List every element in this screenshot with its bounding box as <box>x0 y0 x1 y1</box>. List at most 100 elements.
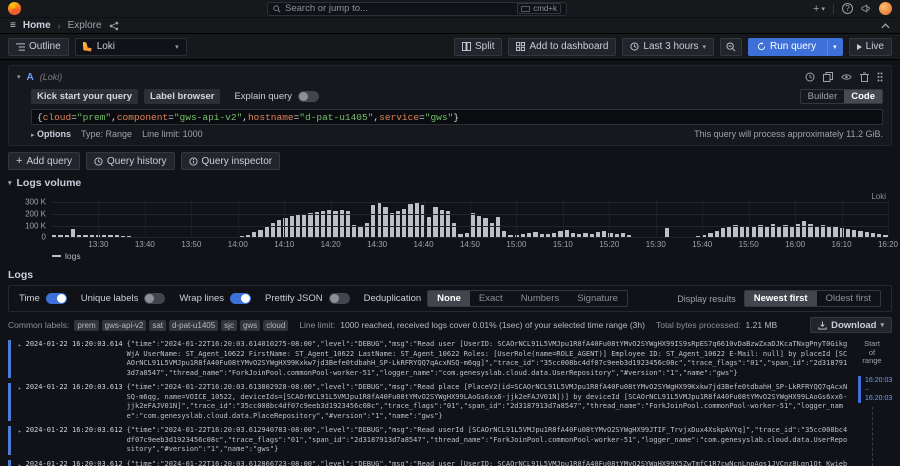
common-labels-label: Common labels: <box>8 320 69 330</box>
log-row[interactable]: ▸2024-01-22 16:20:03.612{"time":"2024-01… <box>8 424 848 457</box>
search-input[interactable]: Search or jump to... cmd+k <box>267 2 567 16</box>
share-icon[interactable] <box>109 21 119 31</box>
query-actions-row: +Add query Query history Query inspector <box>8 152 892 170</box>
query-history-button[interactable]: Query history <box>86 152 174 170</box>
x-axis-label: 13:50 <box>181 240 201 249</box>
log-timestamp: 2024-01-22 16:20:03.613 <box>26 383 123 421</box>
logs-volume-chart[interactable]: Loki 0100 K200 K300 K 13:3013:4013:5014:… <box>8 192 892 260</box>
datasource-picker[interactable]: Loki ▾ <box>75 38 187 56</box>
common-label-badge: sjc <box>221 320 237 331</box>
deduplication-group: NoneExactNumbersSignature <box>427 290 628 307</box>
toggle-switch[interactable] <box>46 293 67 304</box>
label-browser-button[interactable]: Label browser <box>144 89 220 104</box>
display-results-label: Display results <box>677 294 736 304</box>
x-axis-label: 14:20 <box>321 240 341 249</box>
outline-button[interactable]: Outline <box>8 38 69 56</box>
zoom-out-icon <box>726 42 736 52</box>
help-icon[interactable]: ? <box>842 3 853 14</box>
builder-mode-option[interactable]: Builder <box>801 90 845 103</box>
volume-bar <box>433 207 437 238</box>
time-range-picker[interactable]: Last 3 hours ▾ <box>622 38 714 56</box>
dedup-option-none[interactable]: None <box>428 291 470 306</box>
volume-bar <box>277 220 281 238</box>
x-axis-label: 14:40 <box>414 240 434 249</box>
options-collapse[interactable]: ▸ Options <box>31 129 71 139</box>
dedup-option-exact[interactable]: Exact <box>470 291 512 306</box>
add-query-button[interactable]: +Add query <box>8 152 80 170</box>
download-button[interactable]: Download ▾ <box>810 317 892 333</box>
news-icon[interactable] <box>861 4 871 13</box>
volume-bar <box>408 204 412 238</box>
log-timestamp: 2024-01-22 16:20:03.612 <box>26 460 123 466</box>
logql-query-input[interactable]: {cloud="prem",component="gws-api-v2",hos… <box>31 109 883 125</box>
toggle-switch[interactable] <box>329 293 350 304</box>
toggle-switch[interactable] <box>230 293 251 304</box>
live-button[interactable]: Live <box>849 38 892 56</box>
x-axis-label: 16:10 <box>832 240 852 249</box>
code-mode-option[interactable]: Code <box>844 90 882 103</box>
dedup-option-signature[interactable]: Signature <box>568 291 627 306</box>
y-axis-label: 300 K <box>25 198 46 207</box>
log-nav-range[interactable]: 16:20:03 – 16:20:03 <box>858 376 892 403</box>
split-button[interactable]: Split <box>454 38 502 56</box>
volume-bar <box>321 211 325 238</box>
log-expand-icon[interactable]: ▸ <box>18 460 22 466</box>
bytes-processed-label: Total bytes processed: <box>656 320 741 330</box>
builder-code-switch: Builder Code <box>800 89 883 104</box>
add-to-dashboard-button[interactable]: Add to dashboard <box>508 38 616 56</box>
explain-query-toggle[interactable] <box>298 91 319 102</box>
log-expand-icon[interactable]: ▸ <box>18 383 22 421</box>
menu-icon[interactable]: ≡ <box>10 20 16 31</box>
new-menu-button[interactable]: +▾ <box>813 3 825 15</box>
line-limit-label: Line limit: <box>299 320 335 330</box>
log-row[interactable]: ▸2024-01-22 16:20:03.613{"time":"2024-01… <box>8 381 848 423</box>
breadcrumb-page[interactable]: Explore <box>68 20 102 31</box>
breadcrumb-bar: ≡ Home › Explore <box>0 18 900 34</box>
play-icon <box>857 44 862 50</box>
avatar[interactable] <box>879 2 892 15</box>
x-axis-label: 13:30 <box>88 240 108 249</box>
query-inspector-button[interactable]: Query inspector <box>181 152 281 170</box>
logs-header: Logs <box>8 268 892 281</box>
display-option-newest-first[interactable]: Newest first <box>745 291 817 306</box>
datasource-name: Loki <box>97 41 115 52</box>
legend-swatch <box>52 255 61 257</box>
chart-legend[interactable]: logs <box>52 251 81 261</box>
search-shortcut-badge: cmd+k <box>517 3 561 14</box>
zoom-out-button[interactable] <box>720 38 742 56</box>
remove-query-trash-icon[interactable] <box>860 72 869 82</box>
query-collapse-icon[interactable]: ▾ <box>17 73 21 81</box>
y-axis-label: 200 K <box>25 209 46 218</box>
dedup-option-numbers[interactable]: Numbers <box>512 291 569 306</box>
display-option-oldest-first[interactable]: Oldest first <box>817 291 880 306</box>
logs-volume-header[interactable]: ▾ Logs volume <box>8 176 892 189</box>
duplicate-query-icon[interactable] <box>823 72 833 82</box>
toggle-unique-labels: Unique labels <box>81 293 166 304</box>
x-axis-label: 14:10 <box>274 240 294 249</box>
toggle-switch[interactable] <box>144 293 165 304</box>
log-row[interactable]: ▸ 2024-01-22 16:20:03.612 {"time":"2024-01… <box>8 458 848 466</box>
query-ref-id[interactable]: A <box>27 72 34 83</box>
query-process-note: This query will process approximately 11… <box>694 129 883 139</box>
kick-start-query-button[interactable]: Kick start your query <box>31 89 138 104</box>
run-query-button[interactable]: Run query ▾ <box>748 38 843 56</box>
drag-handle-icon[interactable] <box>877 72 883 82</box>
volume-bar <box>383 207 387 238</box>
log-line-text: {"time":"2024-01-22T16:20:03.612866723-0… <box>127 460 848 466</box>
query-history-icon[interactable] <box>805 72 815 82</box>
volume-bar <box>483 218 487 238</box>
breadcrumb-home[interactable]: Home <box>23 20 51 31</box>
collapse-toolbar-icon[interactable] <box>881 23 890 29</box>
legend-series-label: logs <box>65 251 81 261</box>
grafana-logo[interactable] <box>8 2 21 15</box>
log-navigation-column[interactable]: Startofrange 16:20:03 – 16:20:03 <box>852 338 892 466</box>
hide-response-eye-icon[interactable] <box>841 73 852 81</box>
logs-volume-section: ▾ Logs volume Loki 0100 K200 K300 K 13:3… <box>8 176 892 260</box>
log-expand-icon[interactable]: ▸ <box>18 426 22 455</box>
volume-bar <box>415 202 419 238</box>
info-icon <box>189 157 198 166</box>
x-axis-label: 15:20 <box>599 240 619 249</box>
log-expand-icon[interactable]: ▸ <box>18 340 22 378</box>
run-query-dropdown[interactable]: ▾ <box>827 39 842 55</box>
log-row[interactable]: ▸2024-01-22 16:20:03.614{"time":"2024-01… <box>8 338 848 380</box>
